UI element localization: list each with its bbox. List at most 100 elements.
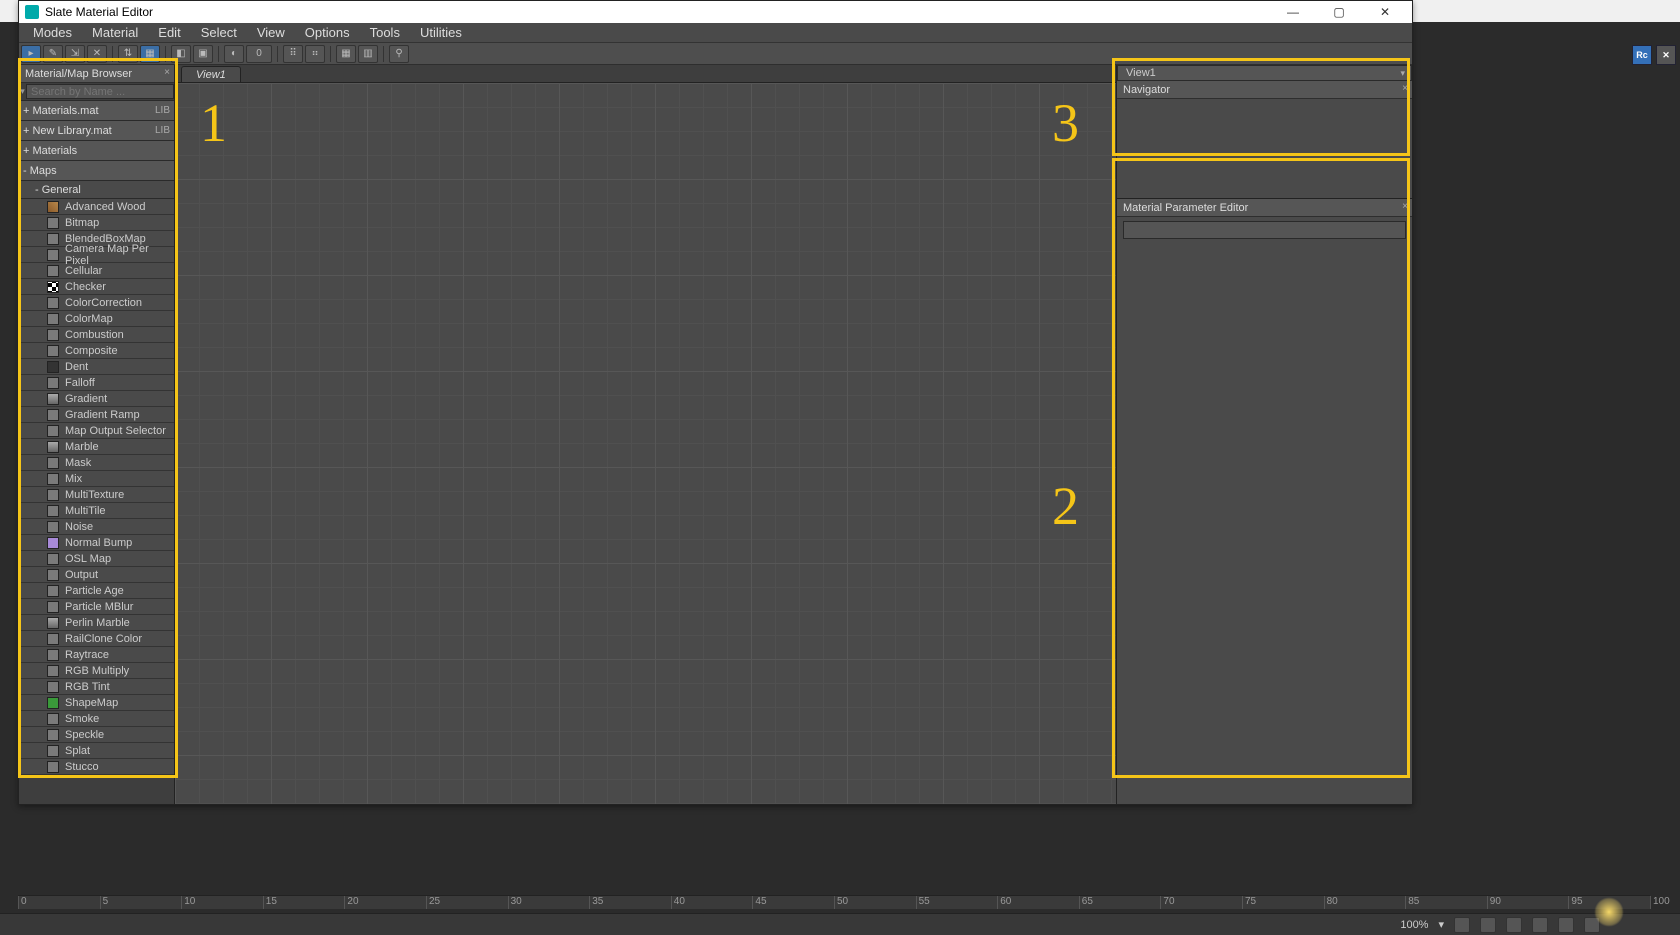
node-canvas[interactable]	[175, 83, 1116, 804]
zoom-dropdown-icon[interactable]: ▾	[1438, 918, 1444, 931]
menu-options[interactable]: Options	[295, 25, 360, 40]
map-item[interactable]: RGB Multiply	[19, 663, 174, 679]
map-item[interactable]: Camera Map Per Pixel	[19, 247, 174, 263]
navigator-title[interactable]: Navigator ×	[1117, 81, 1412, 99]
map-item[interactable]: Advanced Wood	[19, 199, 174, 215]
map-item[interactable]: Output	[19, 567, 174, 583]
param-close-icon[interactable]: ×	[1402, 201, 1408, 212]
tool-layout1-icon[interactable]: ⠿	[283, 45, 303, 63]
map-item[interactable]: Stucco	[19, 759, 174, 775]
map-item[interactable]: Falloff	[19, 375, 174, 391]
tool-grid1-icon[interactable]: ▦	[336, 45, 356, 63]
extra-icon[interactable]: ✕	[1656, 45, 1676, 65]
map-item[interactable]: ColorCorrection	[19, 295, 174, 311]
menu-view[interactable]: View	[247, 25, 295, 40]
map-label: Speckle	[65, 729, 104, 741]
map-item[interactable]: Speckle	[19, 727, 174, 743]
tool-layout2-icon[interactable]: ⠶	[305, 45, 325, 63]
map-item[interactable]: Particle MBlur	[19, 599, 174, 615]
extra1-icon[interactable]	[1558, 917, 1574, 933]
map-item[interactable]: RailClone Color	[19, 631, 174, 647]
map-item[interactable]: Particle Age	[19, 583, 174, 599]
map-item[interactable]: RGB Tint	[19, 679, 174, 695]
menu-tools[interactable]: Tools	[360, 25, 410, 40]
menu-modes[interactable]: Modes	[23, 25, 82, 40]
map-item[interactable]: Mix	[19, 471, 174, 487]
pan-icon[interactable]	[1454, 917, 1470, 933]
timeline-tick: 85	[1405, 896, 1419, 909]
library-group[interactable]: + Materials	[19, 141, 174, 161]
tool-showend-icon[interactable]: ◧	[171, 45, 191, 63]
close-button[interactable]: ✕	[1362, 1, 1408, 23]
map-item[interactable]: OSL Map	[19, 551, 174, 567]
timeline-ruler[interactable]: 0510152025303540455055606570758085909510…	[18, 895, 1650, 909]
tool-showmap-icon[interactable]: ▦	[140, 45, 160, 63]
map-item[interactable]: Map Output Selector	[19, 423, 174, 439]
tool-put-icon[interactable]: ✎	[43, 45, 63, 63]
zoom-icon[interactable]	[1480, 917, 1496, 933]
map-item[interactable]: Composite	[19, 343, 174, 359]
map-item[interactable]: Mask	[19, 455, 174, 471]
swatch-icon	[47, 409, 59, 421]
map-item[interactable]: Marble	[19, 439, 174, 455]
tool-pick-icon[interactable]: ▸	[21, 45, 41, 63]
library-group[interactable]: + Materials.matLIB	[19, 101, 174, 121]
map-item[interactable]: Noise	[19, 519, 174, 535]
map-item[interactable]: Bitmap	[19, 215, 174, 231]
tool-sample-icon[interactable]: ◐	[224, 45, 244, 63]
map-label: RGB Multiply	[65, 665, 129, 677]
general-subgroup[interactable]: - General	[19, 181, 174, 199]
timeline-tick: 0	[18, 896, 27, 909]
swatch-icon	[47, 617, 59, 629]
maps-group-header[interactable]: - Maps	[19, 161, 174, 181]
menu-utilities[interactable]: Utilities	[410, 25, 472, 40]
param-title[interactable]: Material Parameter Editor ×	[1117, 199, 1412, 217]
browser-title[interactable]: Material/Map Browser ×	[19, 65, 174, 83]
tool-grid2-icon[interactable]: ▥	[358, 45, 378, 63]
library-group[interactable]: + New Library.matLIB	[19, 121, 174, 141]
menu-edit[interactable]: Edit	[148, 25, 190, 40]
maximize-viewport-icon[interactable]	[1532, 917, 1548, 933]
map-item[interactable]: MultiTexture	[19, 487, 174, 503]
map-item[interactable]: Gradient	[19, 391, 174, 407]
map-item[interactable]: Smoke	[19, 711, 174, 727]
titlebar[interactable]: Slate Material Editor — ▢ ✕	[19, 1, 1412, 23]
map-item[interactable]: Combustion	[19, 327, 174, 343]
tab-view1[interactable]: View1	[181, 66, 241, 82]
tool-remove-icon[interactable]: ✕	[87, 45, 107, 63]
navigator-close-icon[interactable]: ×	[1402, 83, 1408, 94]
rc-icon[interactable]: Rc	[1632, 45, 1652, 65]
tool-bg-icon[interactable]: ▣	[193, 45, 213, 63]
menu-select[interactable]: Select	[191, 25, 247, 40]
search-menu-icon[interactable]: ▾	[19, 86, 26, 97]
map-item[interactable]: Normal Bump	[19, 535, 174, 551]
tool-zero[interactable]: 0	[246, 45, 272, 63]
maximize-button[interactable]: ▢	[1316, 1, 1362, 23]
tool-search-icon[interactable]: ⚲	[389, 45, 409, 63]
swatch-icon	[47, 489, 59, 501]
maps-tree[interactable]: Advanced WoodBitmapBlendedBoxMapCamera M…	[19, 199, 174, 804]
map-label: RGB Tint	[65, 681, 110, 693]
orbit-icon[interactable]	[1506, 917, 1522, 933]
zoom-value[interactable]: 100%	[1400, 919, 1428, 931]
navigator-view[interactable]	[1117, 99, 1412, 199]
tool-move-icon[interactable]: ⇅	[118, 45, 138, 63]
map-item[interactable]: Dent	[19, 359, 174, 375]
param-name-field[interactable]	[1123, 221, 1406, 239]
map-item[interactable]: Checker	[19, 279, 174, 295]
map-item[interactable]: ColorMap	[19, 311, 174, 327]
browser-close-icon[interactable]: ×	[164, 67, 170, 78]
map-item[interactable]: Perlin Marble	[19, 615, 174, 631]
map-item[interactable]: ShapeMap	[19, 695, 174, 711]
map-item[interactable]: MultiTile	[19, 503, 174, 519]
map-label: Cellular	[65, 265, 102, 277]
minimize-button[interactable]: —	[1270, 1, 1316, 23]
map-item[interactable]: Gradient Ramp	[19, 407, 174, 423]
map-item[interactable]: Splat	[19, 743, 174, 759]
search-input[interactable]	[26, 84, 174, 99]
tool-assign-icon[interactable]: ⇲	[65, 45, 85, 63]
map-item[interactable]: Raytrace	[19, 647, 174, 663]
menu-material[interactable]: Material	[82, 25, 148, 40]
parameter-editor[interactable]	[1117, 217, 1412, 804]
view-selector[interactable]: View1	[1117, 65, 1412, 81]
